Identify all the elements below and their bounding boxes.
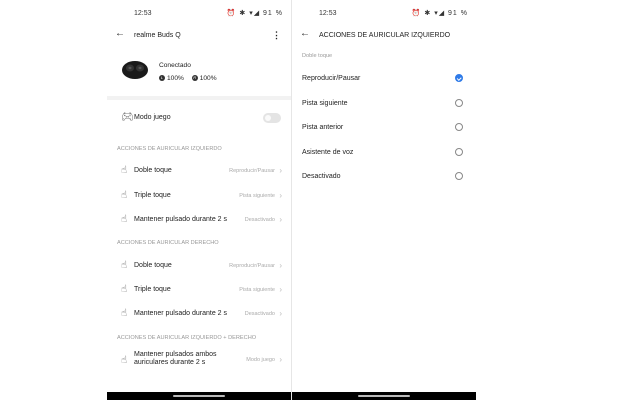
option-label: Desactivado: [302, 173, 341, 180]
game-mode-toggle[interactable]: [263, 113, 281, 123]
row-label: Mantener pulsado durante 2 s: [134, 216, 228, 223]
row-label-line1: Mantener pulsados ambos: [134, 351, 217, 358]
navigation-bar: [107, 392, 291, 400]
earbuds-image: [122, 61, 148, 79]
device-settings-screen: 12:53 ⏰ ✱ ▾◢ 91 % ← realme Buds Q ⋮ Cone…: [107, 0, 291, 400]
left-long-press-row[interactable]: ☝︎ Mantener pulsado durante 2 s Desactiv…: [107, 211, 291, 231]
row-value: Pista siguiente: [239, 193, 275, 199]
chevron-right-icon: ›: [279, 285, 282, 294]
section-title-right: ACCIONES DE AURICULAR DERECHO: [117, 240, 219, 246]
status-icons: ⏰ ✱ ▾◢ 91 %: [226, 10, 283, 17]
home-handle[interactable]: [358, 395, 410, 397]
row-value: Modo juego: [246, 357, 275, 363]
connection-status: Conectado: [159, 62, 191, 69]
chevron-right-icon: ›: [279, 166, 282, 175]
row-label-line2: auriculares durante 2 s: [134, 359, 206, 366]
page-title: realme Buds Q: [134, 32, 181, 39]
left-double-tap-row[interactable]: ☝︎ Doble toque Reproducir/Pausar ›: [107, 162, 291, 182]
option-label: Pista anterior: [302, 124, 344, 131]
device-card: Conectado L 100% R 100%: [107, 55, 291, 95]
option-label: Asistente de voz: [302, 149, 354, 156]
row-label: Triple toque: [134, 192, 171, 199]
row-label: Mantener pulsados ambos auriculares dura…: [134, 351, 217, 367]
row-value: Desactivado: [244, 311, 275, 317]
page-title: ACCIONES DE AURICULAR IZQUIERDO: [319, 32, 451, 39]
gamepad-icon: 🎮︎: [121, 112, 134, 123]
row-value: Reproducir/Pausar: [229, 263, 275, 269]
left-triple-tap-row[interactable]: ☝︎ Triple toque Pista siguiente ›: [107, 187, 291, 207]
navigation-bar: [292, 392, 476, 400]
section-title-both: ACCIONES DE AURICULAR IZQUIERDO + DERECH…: [117, 335, 257, 341]
both-long-press-row[interactable]: ☝︎ Mantener pulsados ambos auriculares d…: [107, 350, 291, 372]
status-time: 12:53: [134, 10, 152, 17]
chevron-right-icon: ›: [279, 191, 282, 200]
chevron-right-icon: ›: [279, 261, 282, 270]
tap-gesture-icon: ☝︎: [121, 260, 128, 271]
row-label: Doble toque: [134, 262, 172, 269]
option-play-pause[interactable]: Reproducir/Pausar: [292, 69, 476, 89]
tap-gesture-icon: ☝︎: [121, 355, 128, 366]
right-triple-tap-row[interactable]: ☝︎ Triple toque Pista siguiente ›: [107, 281, 291, 301]
group-title: Doble toque: [302, 53, 333, 59]
row-label: Doble toque: [134, 167, 172, 174]
battery-right: R 100%: [191, 75, 217, 82]
chevron-right-icon: ›: [279, 215, 282, 224]
home-handle[interactable]: [173, 395, 225, 397]
game-mode-label: Modo juego: [134, 114, 171, 121]
app-bar: ← realme Buds Q ⋮: [107, 28, 291, 46]
row-value: Desactivado: [244, 217, 275, 223]
more-options-icon[interactable]: ⋮: [272, 30, 281, 41]
row-label: Triple toque: [134, 286, 171, 293]
option-next-track[interactable]: Pista siguiente: [292, 94, 476, 114]
battery-row: L 100% R 100%: [159, 75, 223, 82]
tap-gesture-icon: ☝︎: [121, 190, 128, 201]
row-label: Mantener pulsado durante 2 s: [134, 310, 228, 317]
row-value: Pista siguiente: [239, 287, 275, 293]
battery-left: L 100%: [159, 75, 184, 82]
status-icons: ⏰ ✱ ▾◢ 91 %: [411, 10, 468, 17]
radio-icon[interactable]: [455, 99, 463, 107]
chevron-right-icon: ›: [279, 355, 282, 364]
left-earbud-icon: L: [159, 75, 165, 82]
radio-icon[interactable]: [455, 123, 463, 131]
right-double-tap-row[interactable]: ☝︎ Doble toque Reproducir/Pausar ›: [107, 257, 291, 277]
radio-selected-icon[interactable]: [455, 74, 463, 82]
status-time: 12:53: [319, 10, 337, 17]
tap-gesture-icon: ☝︎: [121, 165, 128, 176]
tap-gesture-icon: ☝︎: [121, 308, 128, 319]
row-value: Reproducir/Pausar: [229, 168, 275, 174]
status-bar: 12:53 ⏰ ✱ ▾◢ 91 %: [292, 0, 476, 28]
status-bar: 12:53 ⏰ ✱ ▾◢ 91 %: [107, 0, 291, 28]
option-previous-track[interactable]: Pista anterior: [292, 118, 476, 138]
option-disabled[interactable]: Desactivado: [292, 167, 476, 187]
tap-gesture-icon: ☝︎: [121, 214, 128, 225]
option-voice-assistant[interactable]: Asistente de voz: [292, 143, 476, 163]
back-arrow-icon[interactable]: ←: [115, 28, 125, 39]
tap-gesture-icon: ☝︎: [121, 284, 128, 295]
section-title-left: ACCIONES DE AURICULAR IZQUIERDO: [117, 146, 222, 152]
game-mode-row[interactable]: 🎮︎ Modo juego: [107, 109, 291, 129]
back-arrow-icon[interactable]: ←: [300, 28, 310, 39]
right-long-press-row[interactable]: ☝︎ Mantener pulsado durante 2 s Desactiv…: [107, 305, 291, 325]
radio-icon[interactable]: [455, 148, 463, 156]
option-label: Pista siguiente: [302, 100, 348, 107]
radio-icon[interactable]: [455, 172, 463, 180]
left-earbud-actions-screen: 12:53 ⏰ ✱ ▾◢ 91 % ← ACCIONES DE AURICULA…: [292, 0, 476, 400]
right-earbud-icon: R: [191, 75, 198, 82]
section-separator: [107, 96, 291, 100]
option-label: Reproducir/Pausar: [302, 75, 361, 82]
chevron-right-icon: ›: [279, 309, 282, 318]
app-bar: ← ACCIONES DE AURICULAR IZQUIERDO: [292, 28, 476, 46]
